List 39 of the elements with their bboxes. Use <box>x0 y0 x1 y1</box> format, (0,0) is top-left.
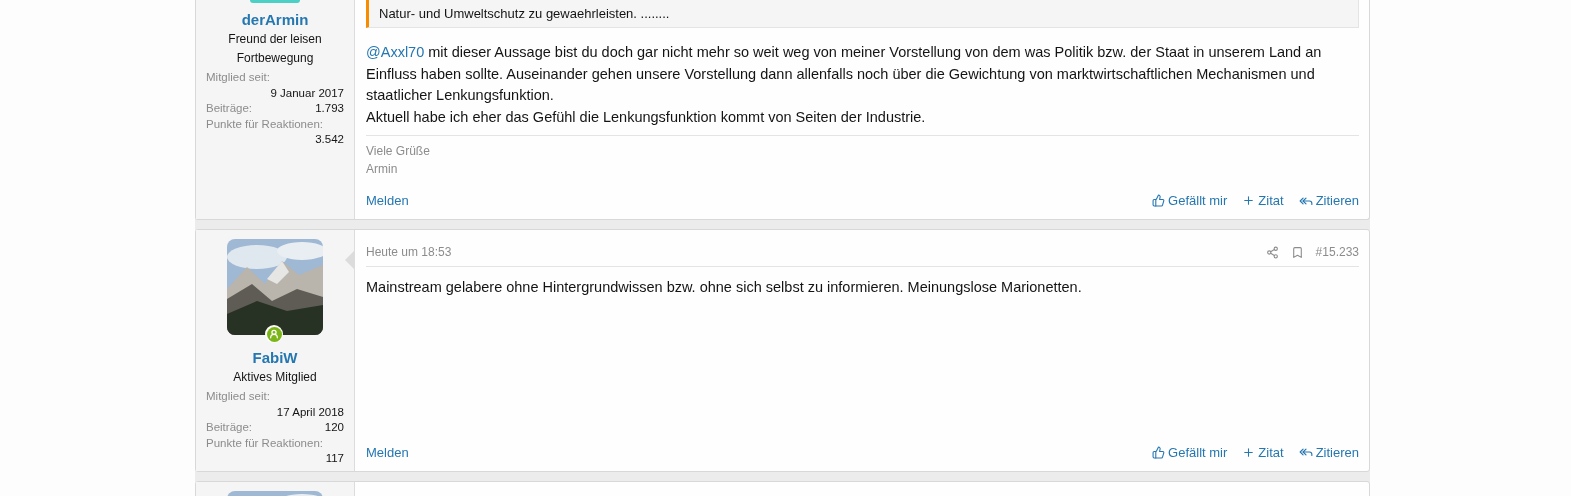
bookmark-icon[interactable] <box>1290 245 1304 259</box>
like-button[interactable]: Gefällt mir <box>1152 193 1228 208</box>
reply-button[interactable]: Zitieren <box>1298 193 1359 208</box>
user-title: Aktives Mitglied <box>232 369 318 386</box>
stat-label: Mitglied seit: <box>206 70 270 85</box>
post-date[interactable]: Heute um 18:53 <box>366 245 1266 259</box>
report-link[interactable]: Melden <box>366 444 409 460</box>
share-icon[interactable] <box>1265 245 1279 259</box>
stat-value: 17 April 2018 <box>275 404 344 420</box>
post-text: Aktuell habe ich eher das Gefühl die Lenkungsfunktion kommt von Seiten der Industrie. <box>366 107 927 127</box>
user-title: Freund der leisen Fortbewegung <box>227 31 323 67</box>
post-text: @Axxl70 mit dieser Aussage bist du doch gar nicht mehr so weit weg von meiner Vorstellung von dem was Politik bzw. der Staat in unserem Land an Einfluss haben sollte. Auseinander gehen unsere Vorstellung dann allenfalls noch über die Gewichtung von marktwirtschaftlichen Mechanismen und staatlicher Lenkungsfunktion. <box>366 43 1323 105</box>
post-text: Mainstream gelabere ohne Hintergrundwissen bzw. ohne sich selbst zu informieren. Meinungslose Marionetten. <box>366 278 1083 297</box>
stat-label: Beiträge: <box>206 420 253 435</box>
stat-value: 3.542 <box>314 132 344 147</box>
thumbs-up-icon <box>1152 445 1166 459</box>
thumbs-up-icon <box>1152 194 1166 207</box>
stat-value: 9 Januar 2017 <box>269 85 344 101</box>
post-number[interactable]: #15.233 <box>1315 245 1359 259</box>
quote-button[interactable]: Zitat <box>1242 444 1284 460</box>
plus-icon <box>1242 194 1256 207</box>
stat-label: Punkte für Reaktionen: <box>206 116 323 132</box>
stat-value: 1.793 <box>315 101 344 116</box>
mention-link[interactable]: @Axxl70 <box>366 44 425 60</box>
plus-icon <box>1242 445 1256 459</box>
stat-label: Beiträge: <box>206 101 253 116</box>
reply-button[interactable]: Zitieren <box>1298 444 1359 460</box>
stat-value: 117 <box>324 451 344 466</box>
username-link[interactable]: derArmin <box>241 11 309 28</box>
stat-label: Punkte für Reaktionen: <box>206 435 323 451</box>
stat-label: Mitglied seit: <box>206 389 270 404</box>
signature-text: Viele Grüße <box>366 143 431 160</box>
quote-text: Natur- und Umweltschutz zu gewaehrleisten. ........ <box>379 6 671 21</box>
signature-text: Armin <box>366 161 399 178</box>
like-button[interactable]: Gefällt mir <box>1152 444 1228 460</box>
stat-value: 120 <box>324 420 344 435</box>
report-link[interactable]: Melden <box>366 193 409 208</box>
username-link[interactable]: FabiW <box>252 349 298 366</box>
quote-button[interactable]: Zitat <box>1242 193 1284 208</box>
